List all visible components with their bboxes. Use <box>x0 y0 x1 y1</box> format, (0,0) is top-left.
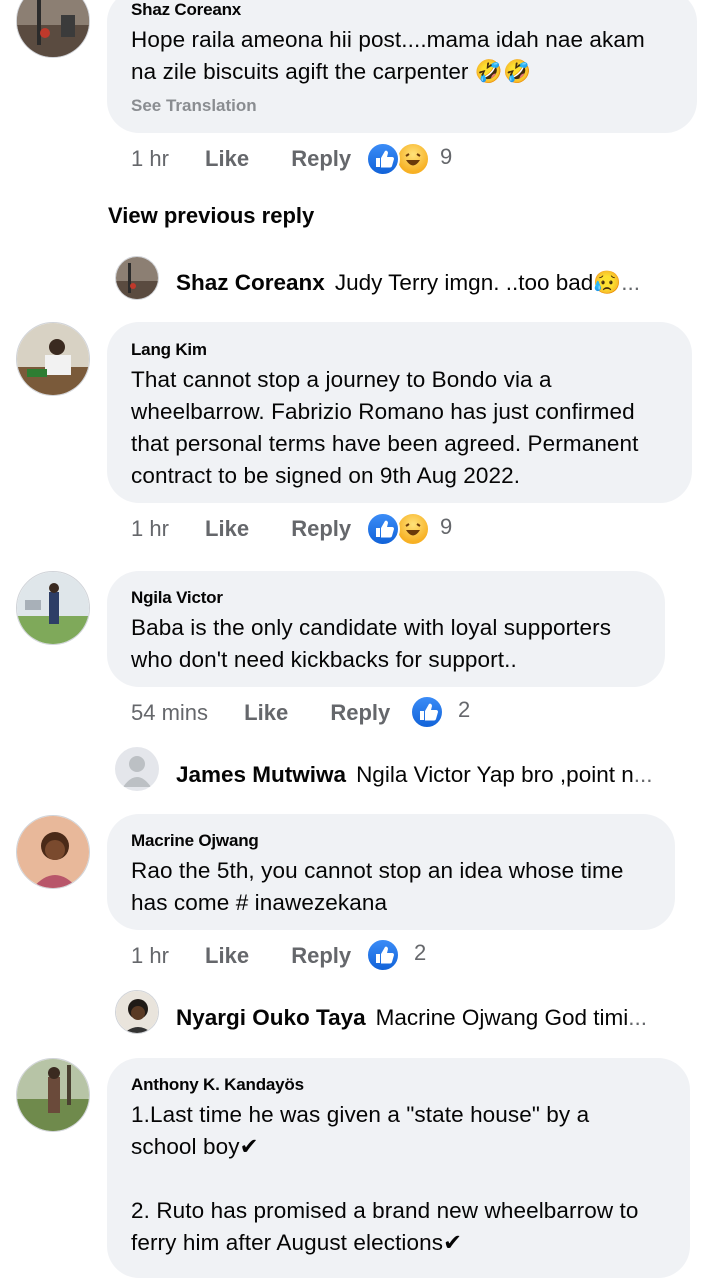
reaction-count[interactable]: 9 <box>440 514 452 540</box>
comment-meta: 1 hr Like Reply <box>131 516 351 542</box>
reply-author[interactable]: Nyargi Ouko Taya <box>176 1005 366 1030</box>
reply-author[interactable]: James Mutwiwa <box>176 762 346 787</box>
avatar[interactable] <box>16 322 90 396</box>
comment-author[interactable]: Ngila Victor <box>131 588 641 608</box>
reply-preview-text: Ngila Victor Yap bro ,point n <box>356 762 634 787</box>
comment-bubble: Anthony K. Kandayös 1.Last time he was g… <box>107 1058 690 1278</box>
like-button[interactable]: Like <box>244 700 288 725</box>
comment-text: That cannot stop a journey to Bondo via … <box>131 367 639 488</box>
ellipsis: ... <box>633 762 653 787</box>
avatar[interactable] <box>16 815 90 889</box>
thumbs-up-icon[interactable] <box>366 512 400 546</box>
like-button[interactable]: Like <box>205 516 249 541</box>
comment-text: Baba is the only candidate with loyal su… <box>131 615 612 672</box>
laughing-face-icon[interactable] <box>396 512 430 546</box>
comment-bubble: Shaz Coreanx Hope raila ameona hii post.… <box>107 0 697 133</box>
comment-text: Rao the 5th, you cannot stop an idea who… <box>131 858 624 915</box>
default-avatar-icon[interactable] <box>115 747 159 791</box>
like-button[interactable]: Like <box>205 146 249 171</box>
reply-preview[interactable]: Shaz Coreanx Judy Terry imgn. ..too bad😥.… <box>176 270 640 296</box>
comment-time[interactable]: 1 hr <box>131 943 169 968</box>
ellipsis: ... <box>621 270 641 295</box>
comment-time[interactable]: 54 mins <box>131 700 208 725</box>
reaction-count[interactable]: 9 <box>440 144 452 170</box>
reply-preview-text: Judy Terry imgn. ..too bad😥 <box>334 270 622 295</box>
ellipsis: ... <box>628 1005 648 1030</box>
comment-author[interactable]: Macrine Ojwang <box>131 831 651 851</box>
comment-meta: 1 hr Like Reply <box>131 943 351 969</box>
thumbs-up-icon[interactable] <box>366 938 400 972</box>
comment-bubble: Macrine Ojwang Rao the 5th, you cannot s… <box>107 814 675 930</box>
reply-button[interactable]: Reply <box>330 700 390 725</box>
laughing-face-icon[interactable] <box>396 142 430 176</box>
comment-author[interactable]: Anthony K. Kandayös <box>131 1075 666 1095</box>
reply-preview-text: Macrine Ojwang God timi <box>375 1005 629 1030</box>
reply-preview[interactable]: Nyargi Ouko Taya Macrine Ojwang God timi.… <box>176 1005 647 1031</box>
reply-button[interactable]: Reply <box>291 943 351 968</box>
avatar[interactable] <box>115 256 159 300</box>
reaction-count[interactable]: 2 <box>414 940 426 966</box>
comment-time[interactable]: 1 hr <box>131 146 169 171</box>
comment-text: 1.Last time he was given a "state house"… <box>131 1102 639 1255</box>
comment-meta: 54 mins Like Reply <box>131 700 390 726</box>
thumbs-up-icon[interactable] <box>366 142 400 176</box>
reaction-count[interactable]: 2 <box>458 697 470 723</box>
avatar[interactable] <box>115 990 159 1034</box>
comment-author[interactable]: Lang Kim <box>131 340 668 360</box>
reply-preview[interactable]: James Mutwiwa Ngila Victor Yap bro ,point… <box>176 762 653 788</box>
comment-bubble: Lang Kim That cannot stop a journey to B… <box>107 322 692 503</box>
comment-meta: 1 hr Like Reply <box>131 146 351 172</box>
like-button[interactable]: Like <box>205 943 249 968</box>
avatar[interactable] <box>16 571 90 645</box>
comment-time[interactable]: 1 hr <box>131 516 169 541</box>
reply-button[interactable]: Reply <box>291 516 351 541</box>
comment-text: Hope raila ameona hii post....mama idah … <box>131 27 645 84</box>
avatar[interactable] <box>16 0 90 58</box>
thumbs-up-icon[interactable] <box>410 695 444 729</box>
see-translation-link[interactable]: See Translation <box>131 96 673 116</box>
comment-bubble: Ngila Victor Baba is the only candidate … <box>107 571 665 687</box>
reply-author[interactable]: Shaz Coreanx <box>176 270 325 295</box>
avatar[interactable] <box>16 1058 90 1132</box>
comment-author[interactable]: Shaz Coreanx <box>131 0 673 20</box>
view-previous-reply-link[interactable]: View previous reply <box>108 203 314 229</box>
reply-button[interactable]: Reply <box>291 146 351 171</box>
